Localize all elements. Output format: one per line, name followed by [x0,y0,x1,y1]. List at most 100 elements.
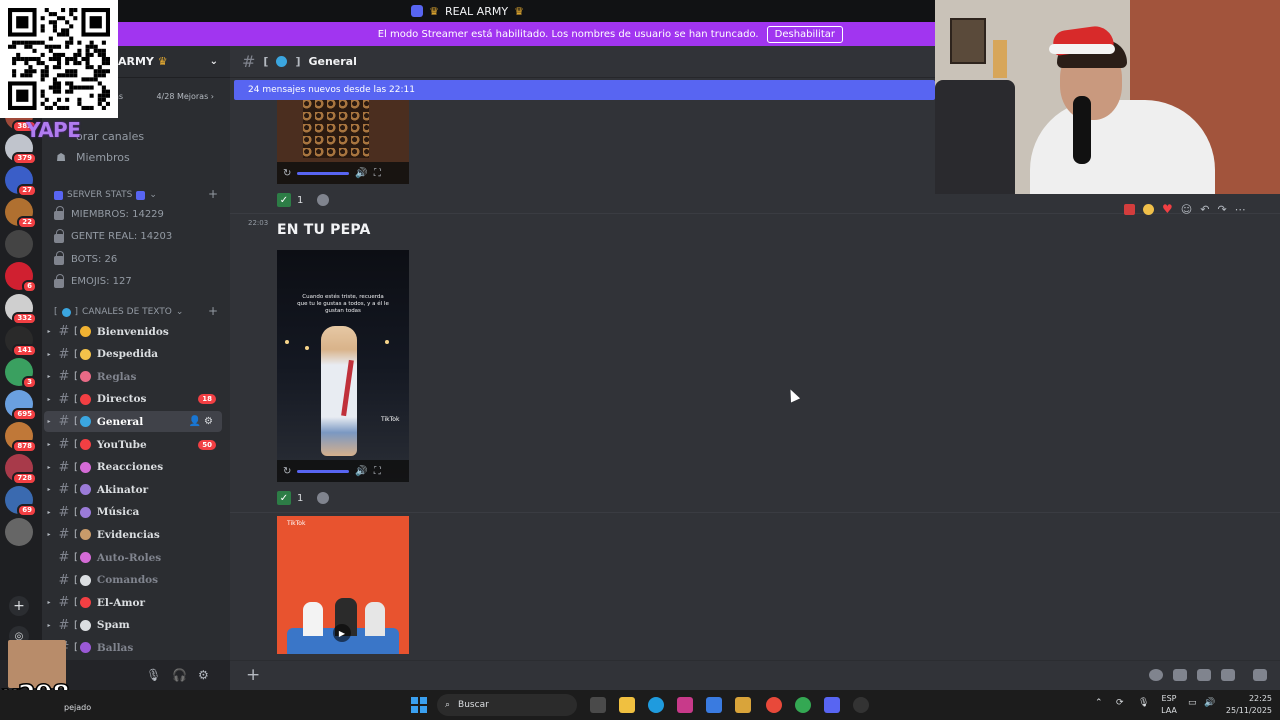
emoji-icon[interactable] [1149,669,1163,681]
stat-channel[interactable]: MIEMBROS: 14229 [54,204,164,224]
channel-auto-roles[interactable]: # [Auto-Roles [44,547,222,568]
add-server-icon[interactable]: + [9,596,29,616]
collapse-arrow-icon: ▸ [47,599,51,607]
channel-evidencias[interactable]: ▸ # [Evidencias [44,524,222,545]
channel-el-amor[interactable]: ▸ # [El-Amor [44,592,222,613]
stat-channel[interactable]: EMOJIS: 127 [54,272,132,292]
qr-module [20,56,25,62]
task-view-icon[interactable] [590,697,606,713]
clock[interactable]: 22:25 25/11/2025 [1222,693,1272,717]
check-reaction-icon[interactable]: ✓ [277,193,291,207]
settings-gear-icon[interactable]: ⚙ [198,668,209,682]
server-icon[interactable]: 69 [5,486,37,517]
channel-bienvenidos[interactable]: ▸ # [Bienvenidos [44,321,222,342]
server-icon[interactable] [5,230,33,258]
app-icon[interactable] [735,697,751,713]
channel-comandos[interactable]: # [Comandos [44,570,222,591]
heart-reaction-icon[interactable]: ♥ [1162,202,1173,216]
progress-track[interactable] [297,469,350,473]
server-icon[interactable]: 6 [5,262,37,293]
disable-streamer-button[interactable]: Deshabilitar [766,25,843,43]
stat-channel[interactable]: GENTE REAL: 14203 [54,227,172,247]
video-attachment[interactable]: ↻ 🔊 ⛶ [277,100,409,184]
weather-widget[interactable]: pejado [64,703,91,712]
more-options-icon[interactable]: ⋯ [1235,203,1246,216]
file-explorer-icon[interactable] [619,697,635,713]
server-icon[interactable] [5,518,33,546]
obs-icon[interactable] [853,697,869,713]
add-channel-icon[interactable]: + [208,304,218,318]
add-attachment-icon[interactable]: + [246,665,260,685]
message-composer[interactable]: + [230,660,1280,690]
image-icon[interactable] [1221,669,1235,681]
gif-icon[interactable] [1173,669,1187,681]
video-attachment[interactable]: Cuando estés triste, recuerda que tu le … [277,250,409,482]
discord-icon[interactable] [824,697,840,713]
server-icon[interactable]: 3 [5,358,37,389]
channel-youtube[interactable]: ▸ # [YouTube 50 [44,434,222,455]
server-icon[interactable]: 332 [5,294,37,325]
replay-icon[interactable]: ↻ [283,466,291,477]
play-icon[interactable]: ▶ [333,624,351,642]
language-indicator[interactable]: ESP LAA [1158,693,1180,717]
taskbar-search[interactable]: ⌕ Buscar [437,694,577,716]
fullscreen-icon[interactable]: ⛶ [374,168,381,179]
stat-channel[interactable]: BOTS: 26 [54,249,117,269]
boost-count: 4/28 Mejoras [156,91,209,101]
category-server-stats[interactable]: SERVER STATS ⌄ [54,187,157,203]
channel-general[interactable]: ▸ # [General 👤⚙ [44,411,222,433]
server-icon[interactable]: 141 [5,326,37,357]
channel-despedida[interactable]: ▸ # [Despedida [44,344,222,365]
qr-module [16,40,21,45]
reaction-emoji-icon[interactable] [1124,203,1135,215]
add-reaction-icon[interactable]: ☺ [1181,203,1192,216]
app-icon[interactable] [677,697,693,713]
volume-icon[interactable]: 🔊 [1204,698,1215,708]
channel-reglas[interactable]: ▸ # [Reglas [44,366,222,387]
volume-icon[interactable]: 🔊 [355,168,367,179]
copilot-icon[interactable] [706,697,722,713]
replay-icon[interactable]: ↻ [283,168,291,179]
add-reaction-icon[interactable] [317,194,330,206]
progress-track[interactable] [297,171,350,175]
server-icon[interactable]: 728 [5,454,37,485]
add-channel-icon[interactable]: + [208,187,218,201]
members-item[interactable]: ☗ Miembros [54,147,130,167]
server-icon[interactable]: 27 [5,166,37,197]
check-reaction-icon[interactable]: ✓ [277,491,291,505]
start-icon[interactable] [411,697,427,713]
tray-app-icon[interactable]: ⟳ [1116,698,1124,708]
microphone-icon[interactable]: 🎙 [146,668,161,682]
apps-icon[interactable] [1253,669,1267,681]
edge-icon[interactable] [648,697,664,713]
add-reaction-icon[interactable] [317,492,330,504]
network-icon[interactable]: ▭ [1188,698,1197,708]
forward-icon[interactable]: ↷ [1217,203,1226,216]
microphone [1073,96,1091,164]
chrome-icon[interactable] [795,697,811,713]
tray-expand-icon[interactable]: ⌃ [1095,698,1103,708]
server-icon[interactable]: 22 [5,198,37,229]
headphones-icon[interactable]: 🎧 [172,668,187,682]
channel-name: Directos [96,393,147,406]
channel-spam[interactable]: ▸ # [Spam [44,615,222,636]
new-messages-bar[interactable]: 24 mensajes nuevos desde las 22:11 [234,80,935,100]
fullscreen-icon[interactable]: ⛶ [374,466,381,477]
tray-mic-icon[interactable]: 🎙 [1138,698,1149,708]
channel-directos[interactable]: ▸ # [Directos 18 [44,389,222,410]
channel-settings-icon[interactable]: 👤⚙ [189,416,216,427]
channel-música[interactable]: ▸ # [Música [44,502,222,523]
channel-reacciones[interactable]: ▸ # [Reacciones [44,457,222,478]
server-icon[interactable]: 878 [5,422,37,453]
video-attachment[interactable]: TikTok ▶ [277,516,409,654]
channel-ballas[interactable]: #[Ballas [44,637,222,658]
category-text-channels[interactable]: [ ] CANALES DE TEXTO ⌄ [54,304,183,320]
channel-emoji-icon [79,326,91,337]
reply-icon[interactable]: ↶ [1200,203,1209,216]
reaction-emoji-icon[interactable] [1143,203,1154,215]
volume-icon[interactable]: 🔊 [355,466,367,477]
channel-akinator[interactable]: ▸ # [Akinator [44,479,222,500]
chrome-icon[interactable] [766,697,782,713]
sticker-icon[interactable] [1197,669,1211,681]
server-icon[interactable]: 695 [5,390,37,421]
